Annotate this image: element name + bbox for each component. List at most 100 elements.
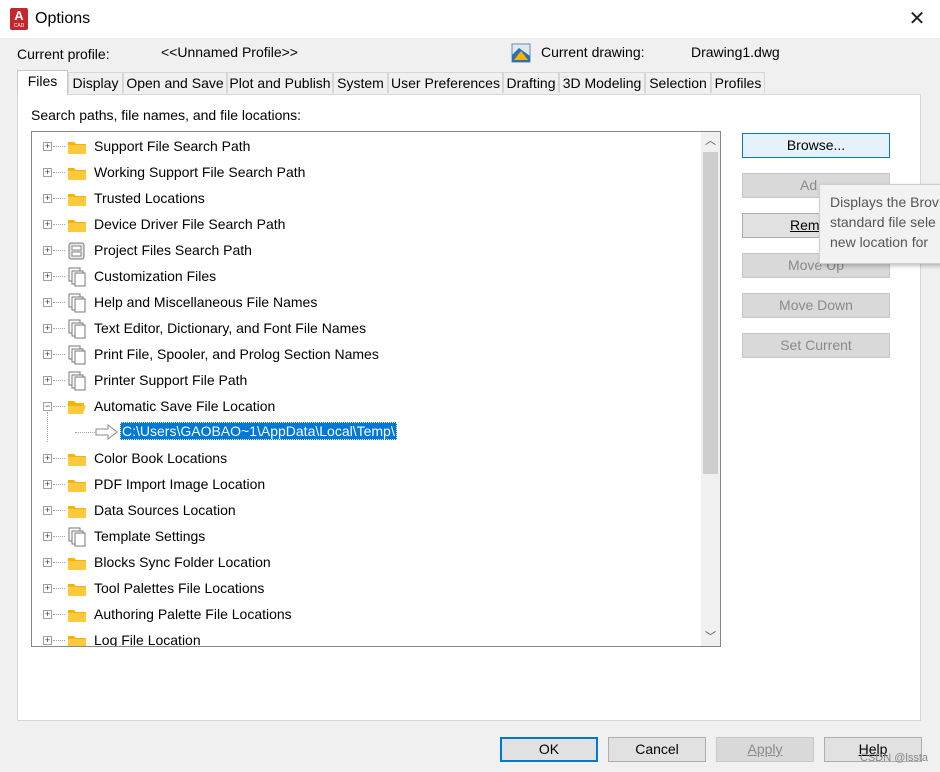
tab-display[interactable]: Display: [68, 72, 123, 93]
tree-item-label: Color Book Locations: [94, 450, 228, 466]
tree-item-label: Support File Search Path: [94, 138, 251, 154]
expand-icon[interactable]: +: [43, 142, 52, 151]
tree-item-label: Automatic Save File Location: [94, 398, 276, 414]
tab-profiles[interactable]: Profiles: [711, 72, 765, 93]
tree-item-label: Print File, Spooler, and Prolog Section …: [94, 346, 379, 362]
expand-icon[interactable]: +: [43, 506, 52, 515]
apply-button[interactable]: Apply: [716, 737, 814, 762]
drawing-file-icon: [511, 43, 531, 63]
expand-icon[interactable]: +: [43, 532, 52, 541]
tree-connector: [53, 198, 65, 199]
tab-selection[interactable]: Selection: [645, 72, 711, 93]
expand-icon[interactable]: +: [43, 298, 52, 307]
tree-connector: [53, 380, 65, 381]
folder-icon: [67, 475, 87, 495]
set-current-button[interactable]: Set Current: [742, 333, 890, 358]
tree-item[interactable]: + Log File Location: [32, 628, 700, 647]
collapse-icon[interactable]: −: [43, 402, 52, 411]
selected-path-value[interactable]: C:\Users\GAOBAO~1\AppData\Local\Temp\: [120, 422, 397, 440]
tree-item[interactable]: + Support File Search Path: [32, 134, 700, 160]
tree-connector: [53, 302, 65, 303]
cancel-button[interactable]: Cancel: [608, 737, 706, 762]
tree-connector: [53, 562, 65, 563]
scroll-up-arrow-icon[interactable]: ︿: [701, 132, 720, 150]
tree-item[interactable]: − Automatic Save File Location: [32, 394, 700, 420]
tooltip-line: standard file sele: [830, 214, 936, 230]
ok-button[interactable]: OK: [500, 737, 598, 762]
expand-icon[interactable]: +: [43, 168, 52, 177]
tree-item[interactable]: + Data Sources Location: [32, 498, 700, 524]
tree-item[interactable]: + Print File, Spooler, and Prolog Section…: [32, 342, 700, 368]
tree-item[interactable]: + Working Support File Search Path: [32, 160, 700, 186]
folder-icon: [67, 189, 87, 209]
expand-icon[interactable]: +: [43, 376, 52, 385]
tab-system[interactable]: System: [333, 72, 388, 93]
tree-item-label: Trusted Locations: [94, 190, 205, 206]
tree-scrollbar[interactable]: ︿ ﹀: [701, 132, 720, 646]
tree-item-label: Device Driver File Search Path: [94, 216, 286, 232]
browse-button[interactable]: Browse...: [742, 133, 890, 158]
tree-item[interactable]: + Authoring Palette File Locations: [32, 602, 700, 628]
folder-icon: [67, 215, 87, 235]
tree-item[interactable]: + PDF Import Image Location: [32, 472, 700, 498]
expand-icon[interactable]: +: [43, 194, 52, 203]
tab-drafting[interactable]: Drafting: [503, 72, 559, 93]
expand-icon[interactable]: +: [43, 324, 52, 333]
tree-item[interactable]: + Color Book Locations: [32, 446, 700, 472]
files-icon: [67, 319, 87, 339]
tree-item[interactable]: + Device Driver File Search Path: [32, 212, 700, 238]
tree-connector: [75, 432, 95, 433]
tree-item[interactable]: + Tool Palettes File Locations: [32, 576, 700, 602]
tree-item-label: Log File Location: [94, 632, 201, 647]
move-down-button[interactable]: Move Down: [742, 293, 890, 318]
tree-item[interactable]: + Project Files Search Path: [32, 238, 700, 264]
expand-icon[interactable]: +: [43, 558, 52, 567]
tree-connector: [53, 510, 65, 511]
tree-item-label: Blocks Sync Folder Location: [94, 554, 271, 570]
expand-icon[interactable]: +: [43, 220, 52, 229]
expand-icon[interactable]: +: [43, 610, 52, 619]
current-drawing-value: Drawing1.dwg: [691, 44, 780, 60]
tab-3d-modeling[interactable]: 3D Modeling: [559, 72, 645, 93]
tree-connector: [53, 458, 65, 459]
tree-item[interactable]: + Template Settings: [32, 524, 700, 550]
expand-icon[interactable]: +: [43, 454, 52, 463]
expand-icon[interactable]: +: [43, 584, 52, 593]
tree-child-item[interactable]: C:\Users\GAOBAO~1\AppData\Local\Temp\: [32, 420, 700, 446]
expand-icon[interactable]: +: [43, 636, 52, 645]
tree-item[interactable]: + Help and Miscellaneous File Names: [32, 290, 700, 316]
title-bar: A CAD Options ✕: [0, 0, 940, 38]
tree-item[interactable]: + Blocks Sync Folder Location: [32, 550, 700, 576]
tree-item[interactable]: + Customization Files: [32, 264, 700, 290]
tab-files[interactable]: Files: [17, 70, 68, 95]
expand-icon[interactable]: +: [43, 480, 52, 489]
path-arrow-icon: [95, 423, 119, 441]
tree-connector: [53, 406, 65, 407]
close-icon[interactable]: ✕: [902, 6, 932, 32]
tab-open-and-save[interactable]: Open and Save: [123, 72, 227, 93]
tree-item-label: Text Editor, Dictionary, and Font File N…: [94, 320, 367, 336]
expand-icon[interactable]: +: [43, 246, 52, 255]
scroll-down-arrow-icon[interactable]: ﹀: [701, 628, 720, 646]
file-location-tree[interactable]: + Support File Search Path + Working Suppor…: [31, 131, 721, 647]
tree-connector: [53, 640, 65, 641]
tree-connector: [53, 354, 65, 355]
tree-connector: [53, 250, 65, 251]
tree-item[interactable]: + Printer Support File Path: [32, 368, 700, 394]
files-icon: [67, 267, 87, 287]
tab-user-preferences[interactable]: User Preferences: [388, 72, 503, 93]
tree-item[interactable]: + Trusted Locations: [32, 186, 700, 212]
expand-icon[interactable]: +: [43, 350, 52, 359]
scrollbar-thumb[interactable]: [703, 152, 718, 474]
tree-item-label: Authoring Palette File Locations: [94, 606, 292, 622]
tooltip-line: new location for: [830, 234, 929, 250]
tree-item[interactable]: + Text Editor, Dictionary, and Font File …: [32, 316, 700, 342]
folder-icon: [67, 501, 87, 521]
watermark: CSDN @lssta: [860, 752, 929, 764]
folder-icon: [67, 449, 87, 469]
tree-connector: [53, 614, 65, 615]
open-folder-icon: [67, 397, 87, 417]
files-icon: [67, 371, 87, 391]
expand-icon[interactable]: +: [43, 272, 52, 281]
tab-plot-and-publish[interactable]: Plot and Publish: [227, 72, 333, 93]
